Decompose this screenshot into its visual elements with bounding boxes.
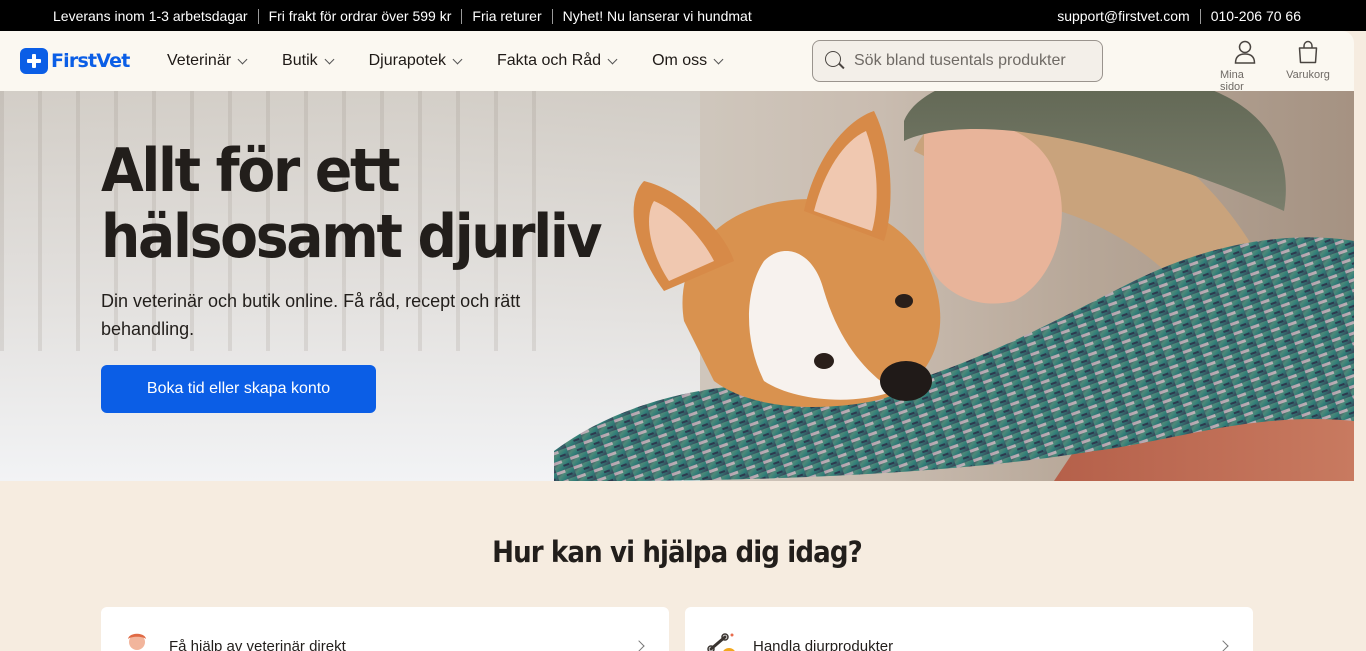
announcement-free-shipping: Fri frakt för ordrar över 599 kr <box>268 8 452 24</box>
nav-item-om-oss[interactable]: Om oss <box>652 52 724 70</box>
chevron-down-icon <box>713 54 724 64</box>
hero-image-woman-with-corgi <box>554 91 1354 481</box>
phone-link[interactable]: 010-206 70 66 <box>1211 8 1301 24</box>
shop-products-label: Handla djurprodukter <box>753 638 894 651</box>
chevron-right-icon <box>1217 640 1229 651</box>
divider <box>1199 8 1201 24</box>
support-email-link[interactable]: support@firstvet.com <box>1057 8 1189 24</box>
chevron-down-icon <box>324 54 335 64</box>
site-header: FirstVet Veterinär Butik Djurapotek Fakt… <box>0 31 1354 93</box>
nav-item-veterinar[interactable]: Veterinär <box>167 52 248 70</box>
logo-cross-icon <box>20 48 48 74</box>
vet-help-label: Få hjälp av veterinär direkt <box>169 638 346 651</box>
announcement-bar: Leverans inom 1-3 arbetsdagar Fri frakt … <box>0 0 1366 31</box>
nav-label: Om oss <box>652 52 708 69</box>
my-pages-label: Mina sidor <box>1220 69 1244 93</box>
hero-title-line1: Allt för ett <box>101 136 400 206</box>
shop-products-card[interactable]: Handla djurprodukter <box>685 607 1253 651</box>
nav-label: Djurapotek <box>368 52 446 69</box>
divider <box>461 8 463 24</box>
search-icon <box>825 51 845 71</box>
hero-title-line2: hälsosamt djurliv <box>101 202 602 272</box>
my-pages-button[interactable]: Mina sidor <box>1220 40 1270 93</box>
book-appointment-button[interactable]: Boka tid eller skapa konto <box>101 365 376 413</box>
chevron-down-icon <box>607 54 618 64</box>
hero-subtitle: Din veterinär och butik online. Få råd, … <box>101 291 521 339</box>
hero-section: Allt för ett hälsosamt djurliv Din veter… <box>0 91 1354 481</box>
vet-help-card[interactable]: Få hjälp av veterinär direkt <box>101 607 669 651</box>
shopping-bag-icon <box>1298 40 1318 64</box>
divider <box>257 8 259 24</box>
announcement-news: Nyhet! Nu lanserar vi hundmat <box>562 8 752 24</box>
contact-info: support@firstvet.com 010-206 70 66 <box>1057 8 1301 24</box>
nav-label: Fakta och Råd <box>497 52 602 69</box>
search-box <box>812 40 1103 82</box>
vet-avatar-icon <box>128 633 146 650</box>
chevron-right-icon <box>633 640 645 651</box>
announcement-items: Leverans inom 1-3 arbetsdagar Fri frakt … <box>53 8 752 24</box>
cart-label: Varukorg <box>1286 69 1330 81</box>
nav-item-butik[interactable]: Butik <box>282 52 335 70</box>
firstvet-logo[interactable]: FirstVet <box>20 48 130 74</box>
user-icon <box>1234 40 1256 64</box>
search-input[interactable] <box>854 52 1094 70</box>
cart-button[interactable]: Varukorg <box>1286 40 1330 81</box>
main-nav: Veterinär Butik Djurapotek Fakta och Råd… <box>167 52 724 70</box>
pet-products-icon <box>707 633 735 651</box>
announcement-delivery: Leverans inom 1-3 arbetsdagar <box>53 8 248 24</box>
help-section-title: Hur kan vi hjälpa dig idag? <box>492 535 863 569</box>
divider <box>551 8 553 24</box>
nav-label: Veterinär <box>167 52 232 69</box>
logo-text: FirstVet <box>51 50 130 72</box>
page-scrollbar[interactable] <box>1354 31 1366 651</box>
hero-title: Allt för ett hälsosamt djurliv <box>101 136 602 272</box>
chevron-down-icon <box>452 54 463 64</box>
announcement-free-returns: Fria returer <box>472 8 542 24</box>
chevron-down-icon <box>237 54 248 64</box>
nav-item-fakta-och-rad[interactable]: Fakta och Råd <box>497 52 618 70</box>
nav-label: Butik <box>282 52 318 69</box>
nav-item-djurapotek[interactable]: Djurapotek <box>368 52 463 70</box>
